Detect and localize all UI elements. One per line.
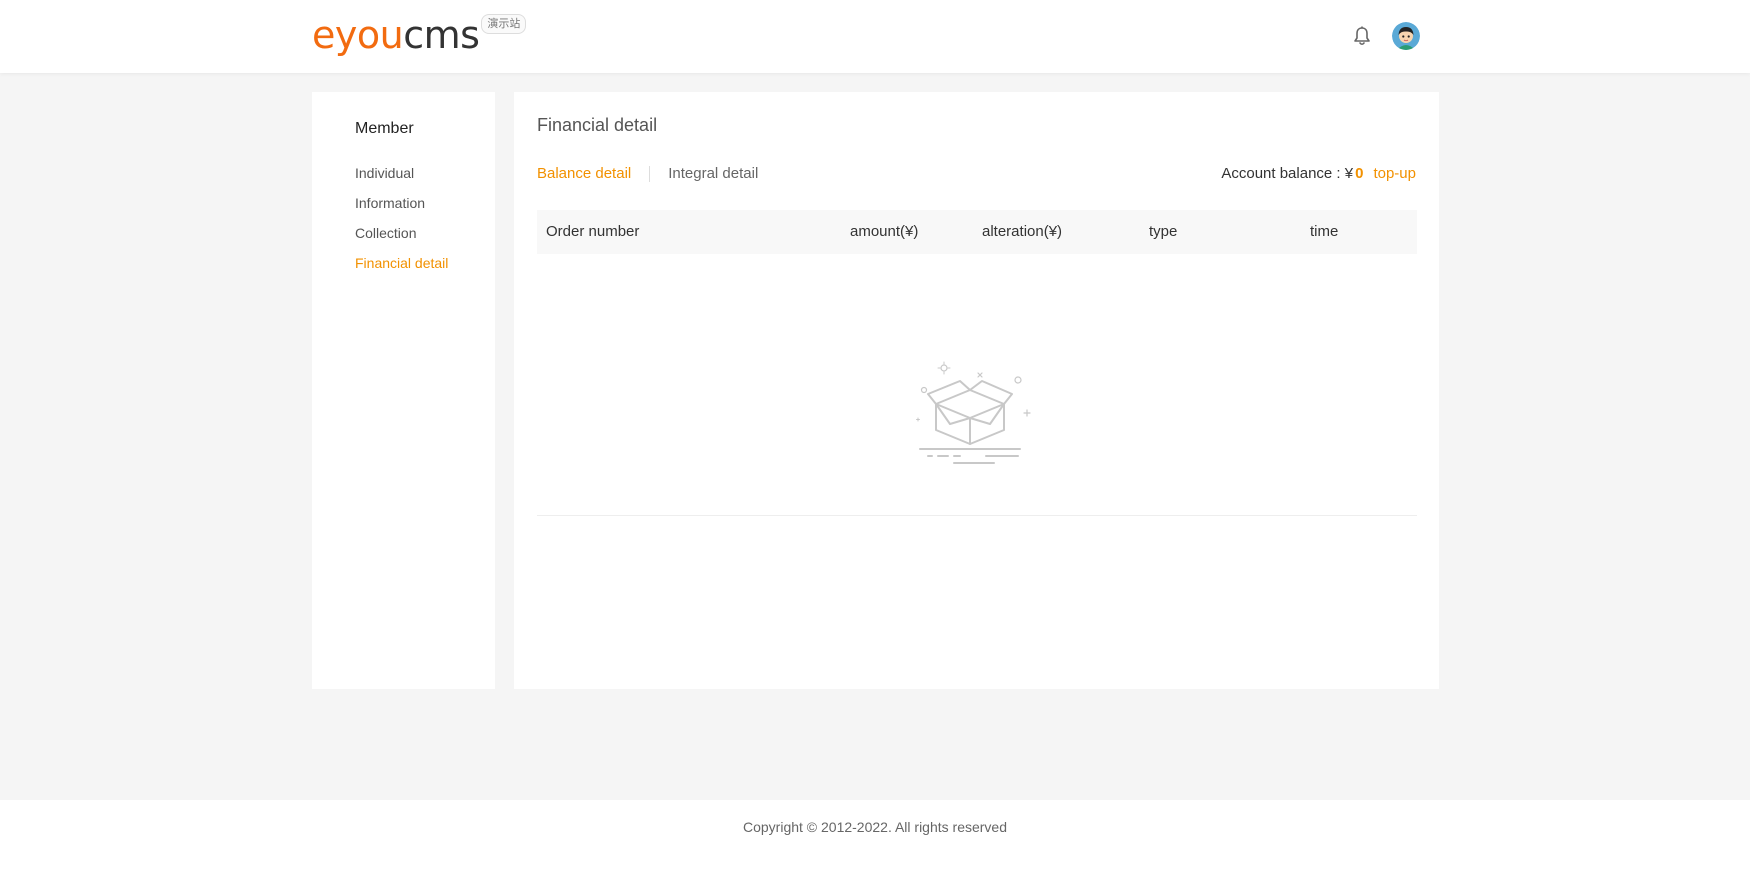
tabs: Balance detail Integral detail (537, 165, 758, 182)
sidebar: Member Individual Information Collection… (312, 92, 495, 689)
column-header-amount: amount(¥) (850, 223, 919, 240)
topup-link[interactable]: top-up (1373, 165, 1416, 182)
sidebar-item-financial-detail[interactable]: Financial detail (355, 248, 448, 278)
sidebar-item-collection[interactable]: Collection (355, 218, 448, 248)
balance-label: Account balance : ¥ (1221, 165, 1354, 182)
column-header-type: type (1149, 223, 1178, 240)
column-header-order-number: Order number (546, 223, 640, 240)
table-bottom-divider (537, 515, 1417, 516)
tab-balance-detail[interactable]: Balance detail (537, 165, 631, 182)
footer: Copyright © 2012-2022. All rights reserv… (0, 800, 1750, 878)
empty-box-icon (910, 358, 1040, 478)
bell-icon[interactable] (1351, 25, 1373, 47)
sidebar-item-information[interactable]: Information (355, 188, 448, 218)
page-title: Financial detail (537, 115, 658, 135)
column-header-alteration: alteration(¥) (982, 223, 1063, 240)
sidebar-nav: Individual Information Collection Financ… (355, 158, 448, 278)
logo-text: eyoucms (312, 13, 480, 57)
avatar-icon[interactable] (1392, 22, 1420, 50)
table-header: Order number amount(¥) alteration(¥) typ… (537, 210, 1417, 254)
account-balance: Account balance : ¥ 0 top-up (1221, 165, 1416, 182)
header: eyoucms 演示站 (0, 0, 1750, 73)
logo-eyou: eyou (312, 13, 404, 57)
logo-badge: 演示站 (481, 14, 527, 34)
main-panel: Financial detail Balance detail Integral… (514, 92, 1439, 689)
balance-amount: 0 (1355, 165, 1364, 182)
logo[interactable]: eyoucms 演示站 (312, 13, 527, 57)
tab-divider (649, 165, 651, 182)
sidebar-title: Member (355, 120, 414, 137)
logo-cms: cms (403, 13, 480, 57)
column-header-time: time (1310, 223, 1339, 240)
sidebar-item-individual[interactable]: Individual (355, 158, 448, 188)
tab-integral-detail[interactable]: Integral detail (668, 165, 758, 182)
copyright-text: Copyright © 2012-2022. All rights reserv… (742, 819, 1007, 835)
